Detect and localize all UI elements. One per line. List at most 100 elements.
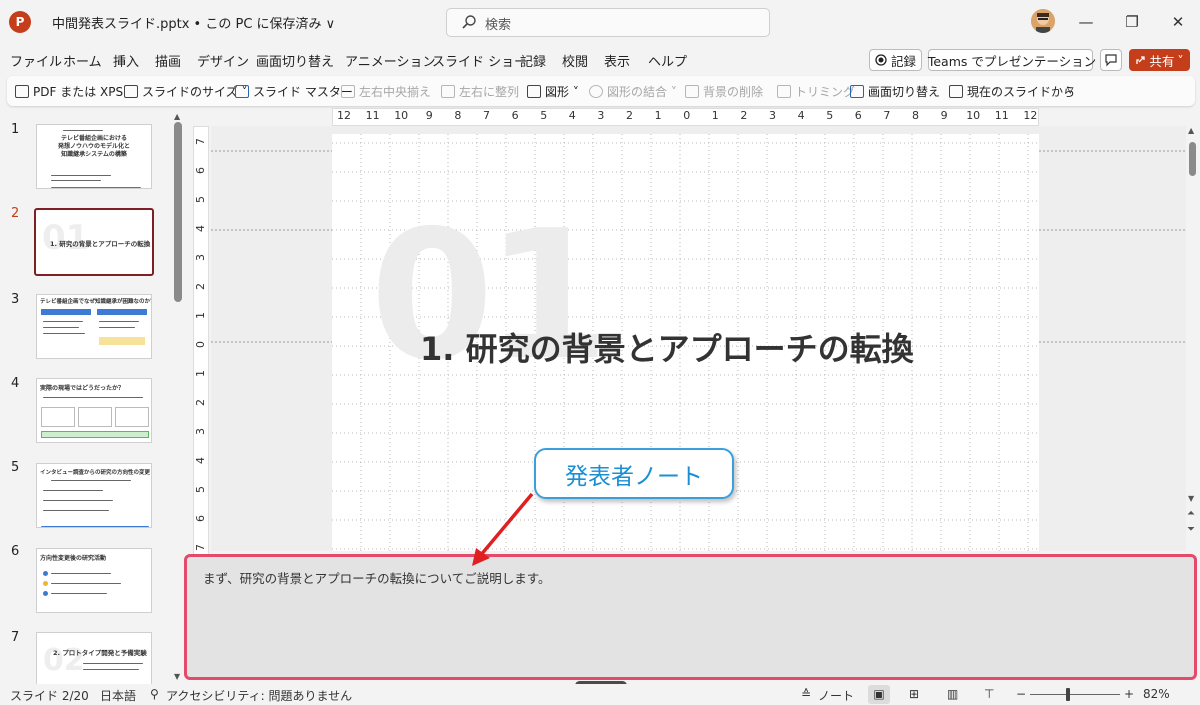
tab-view[interactable]: 表示 xyxy=(604,51,630,70)
scroll-up-icon[interactable]: ▲ xyxy=(1188,126,1194,135)
ribbon-label: トリミング xyxy=(795,85,856,99)
scroll-down-icon[interactable]: ▼ xyxy=(174,672,180,681)
thumbnail-number: 7 xyxy=(11,630,20,645)
slide-counter[interactable]: スライド 2/20 xyxy=(10,687,89,704)
merge-shapes-button[interactable]: 図形の結合 ˅ xyxy=(589,83,677,100)
ruler-tick-label: 6 xyxy=(194,515,207,522)
speaker-notes-text[interactable]: まず、研究の背景とアプローチの転換についてご説明します。 xyxy=(203,568,551,587)
shapes-button[interactable]: 図形 ˅ xyxy=(527,83,579,100)
next-slide-icon[interactable]: ⏷ xyxy=(1187,524,1195,535)
tab-record[interactable]: 記録 xyxy=(520,51,546,70)
slide-master-icon xyxy=(235,85,249,98)
export-pdf-button[interactable]: PDF または XPS xyxy=(15,83,123,100)
callout-arrow-icon xyxy=(472,492,534,566)
thumbnail-title: 1. 研究の背景とアプローチの転換 xyxy=(50,240,151,248)
tab-file[interactable]: ファイル xyxy=(10,51,62,70)
ribbon-more-button[interactable]: ▿ xyxy=(1067,83,1074,98)
ruler-tick-label: 5 xyxy=(194,196,207,203)
ribbon-label: 現在のスライドから xyxy=(967,85,1076,99)
thumbnail-slide-7[interactable]: 02 2. プロトタイプ開発と予備実験 xyxy=(36,632,152,684)
tab-draw[interactable]: 描画 xyxy=(155,51,181,70)
slide-title[interactable]: 1. 研究の背景とアプローチの転換 xyxy=(420,324,914,370)
comment-icon xyxy=(1105,54,1117,67)
notes-toggle[interactable]: ノート xyxy=(818,687,854,704)
ruler-tick-label: 7 xyxy=(483,109,490,122)
remove-background-button[interactable]: 背景の削除 xyxy=(685,83,763,100)
ribbon-label: スライド マスター xyxy=(253,85,353,99)
ruler-tick-label: 3 xyxy=(194,254,207,261)
ruler-tick-label: 10 xyxy=(394,109,409,122)
minimize-button[interactable]: — xyxy=(1074,10,1098,34)
slideshow-view-icon[interactable]: ⊤ xyxy=(984,687,994,701)
thumbnail-slide-4[interactable]: 実際の現場ではどうだったか？ xyxy=(36,378,152,443)
thumbnail-scrollbar[interactable] xyxy=(174,122,182,302)
restore-button[interactable]: ❐ xyxy=(1120,10,1144,34)
ruler-tick-label: 2 xyxy=(626,109,633,122)
align-center-icon xyxy=(341,85,355,98)
powerpoint-app-icon[interactable]: P xyxy=(9,11,31,33)
tab-home[interactable]: ホーム xyxy=(63,51,102,70)
crop-icon xyxy=(777,85,791,98)
slide-size-button[interactable]: スライドのサイズ ˅ xyxy=(124,83,247,100)
transitions-button[interactable]: 画面切り替え xyxy=(850,83,940,100)
ruler-tick-label: 12 xyxy=(337,109,351,122)
align-center-button[interactable]: 左右中央揃え xyxy=(341,83,431,100)
comment-button[interactable] xyxy=(1100,49,1122,71)
tab-review[interactable]: 校閲 xyxy=(562,51,588,70)
thumbnail-slide-2[interactable]: 01 1. 研究の背景とアプローチの転換 xyxy=(34,208,154,276)
zoom-slider-thumb[interactable] xyxy=(1066,688,1070,701)
ruler-tick-label: 0 xyxy=(194,341,207,348)
slide-sorter-icon[interactable]: ⊞ xyxy=(909,687,919,701)
ruler-tick-label: 9 xyxy=(425,109,433,122)
canvas-vertical-scrollbar[interactable]: ▲ ▼ ⏶ ⏷ xyxy=(1186,126,1200,551)
ruler-tick-label: 3 xyxy=(597,109,605,122)
zoom-level[interactable]: 82% xyxy=(1143,687,1170,701)
normal-view-icon[interactable]: ▣ xyxy=(868,685,890,704)
thumbnail-slide-1[interactable]: テレビ番組企画における 発想ノウハウのモデル化と 知識継承システムの構築 xyxy=(36,124,152,189)
thumbnail-number: 1 xyxy=(11,122,20,137)
language-indicator[interactable]: 日本語 xyxy=(100,687,136,704)
ruler-tick-label: 7 xyxy=(194,138,207,145)
tab-transitions[interactable]: 画面切り替え xyxy=(256,51,334,70)
share-button[interactable]: 共有 ˅ xyxy=(1129,49,1190,71)
ribbon-label: スライドのサイズ ˅ xyxy=(142,85,248,99)
from-current-slide-button[interactable]: 現在のスライドから xyxy=(949,83,1075,100)
zoom-in-button[interactable]: + xyxy=(1124,687,1134,701)
ribbon-label: 左右中央揃え xyxy=(359,85,432,99)
slide-master-button[interactable]: スライド マスター xyxy=(235,83,353,100)
record-button[interactable]: 記録 xyxy=(869,49,922,71)
search-icon xyxy=(462,15,476,29)
reading-view-icon[interactable]: ▥ xyxy=(947,687,958,701)
record-icon xyxy=(875,54,887,66)
thumbnail-title: テレビ番組企画でなぜ知識継承が困難なのか？ xyxy=(40,299,152,305)
accessibility-status[interactable]: アクセシビリティ: 問題ありません xyxy=(166,687,352,704)
thumbnail-slide-3[interactable]: テレビ番組企画でなぜ知識継承が困難なのか？ xyxy=(36,294,152,359)
previous-slide-icon[interactable]: ⏶ xyxy=(1187,508,1195,519)
thumbnail-slide-6[interactable]: 方向性変更後の研究活動 xyxy=(36,548,152,613)
user-avatar[interactable] xyxy=(1031,9,1055,33)
crop-button[interactable]: トリミング xyxy=(777,83,855,100)
ruler-tick-label: 7 xyxy=(194,544,207,551)
tab-animations[interactable]: アニメーション xyxy=(345,51,435,70)
ruler-tick-label: 2 xyxy=(740,109,748,122)
tab-design[interactable]: デザイン xyxy=(197,51,249,70)
distribute-horizontal-button[interactable]: 左右に整列 xyxy=(441,83,519,100)
tab-help[interactable]: ヘルプ xyxy=(648,51,687,70)
thumbnail-title: 方向性変更後の研究活動 xyxy=(40,555,107,562)
tab-slideshow[interactable]: スライド ショー xyxy=(432,51,527,70)
speaker-notes-pane[interactable]: まず、研究の背景とアプローチの転換についてご説明します。 xyxy=(184,554,1197,680)
ribbon-label: 図形 ˅ xyxy=(545,85,579,99)
teams-present-button[interactable]: T Teams でプレゼンテーション xyxy=(927,49,1097,71)
teams-label: Teams でプレゼンテーション xyxy=(927,53,1097,69)
tab-insert[interactable]: 挿入 xyxy=(113,51,139,70)
zoom-out-button[interactable]: − xyxy=(1016,687,1026,701)
document-title[interactable]: 中間発表スライド.pptx • この PC に保存済み ∨ xyxy=(52,13,335,32)
scroll-down-icon[interactable]: ▼ xyxy=(1188,494,1194,503)
scroll-thumb[interactable] xyxy=(1189,142,1196,176)
scroll-up-icon[interactable]: ▲ xyxy=(174,112,180,121)
zoom-slider[interactable] xyxy=(1030,694,1120,695)
pdf-icon xyxy=(15,85,29,98)
close-button[interactable]: ✕ xyxy=(1166,10,1190,34)
thumbnail-slide-5[interactable]: インタビュー調査からの研究の方向性の変更 xyxy=(36,463,152,528)
search-input[interactable]: 検索 xyxy=(446,8,770,37)
